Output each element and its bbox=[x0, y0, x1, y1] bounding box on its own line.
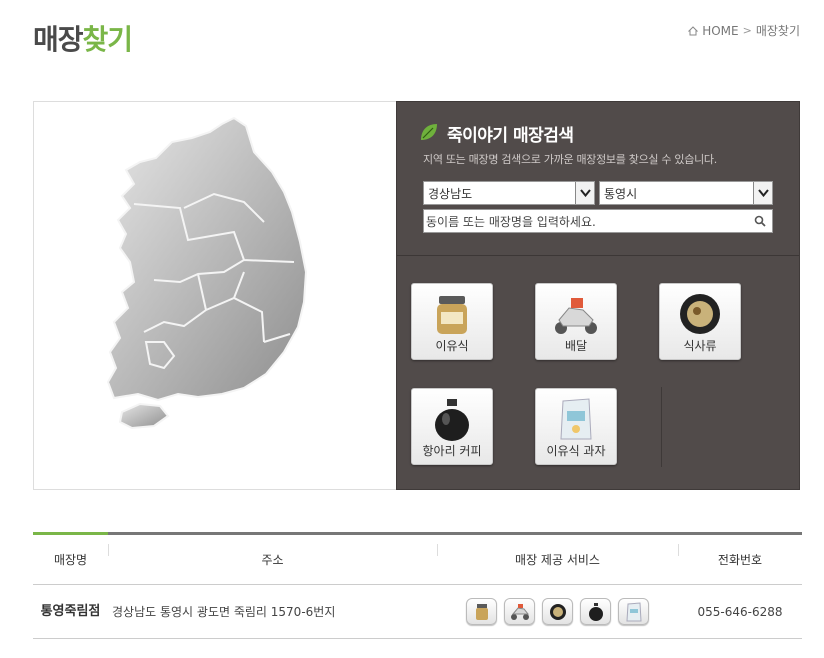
city-select-value: 통영시 bbox=[604, 187, 638, 201]
service-label: 항아리 커피 bbox=[422, 444, 482, 458]
service-label: 이유식 과자 bbox=[546, 444, 606, 458]
column-header-phone: 전화번호 bbox=[678, 544, 802, 568]
province-select[interactable]: 경상남도 bbox=[423, 181, 595, 205]
chevron-down-icon[interactable] bbox=[575, 182, 594, 204]
service-label: 식사류 bbox=[683, 339, 717, 353]
coffee-jar-icon bbox=[580, 598, 611, 625]
baby-food-jar-icon bbox=[466, 598, 497, 625]
search-title: 죽이야기 매장검색 bbox=[447, 126, 574, 146]
service-meal-button[interactable]: 식사류 bbox=[659, 283, 741, 360]
home-icon bbox=[688, 25, 699, 36]
coffee-jar-icon bbox=[435, 399, 469, 441]
province-select-value: 경상남도 bbox=[428, 187, 473, 201]
column-header-name: 매장명 bbox=[53, 553, 88, 567]
column-header-services: 매장 제공 서비스 bbox=[437, 544, 678, 568]
breadcrumb: HOME > 매장찾기 bbox=[688, 22, 800, 39]
service-filter-grid: 이유식 배달 식사류 항아리 커피 이유식 과자 bbox=[397, 257, 799, 489]
page-title-part1: 매장 bbox=[33, 23, 84, 56]
service-label: 이유식 bbox=[435, 339, 469, 353]
page-title-part2: 찾기 bbox=[82, 23, 134, 56]
service-label: 배달 bbox=[564, 339, 588, 353]
chevron-down-icon[interactable] bbox=[753, 182, 772, 204]
store-phone: 055-646-6288 bbox=[697, 604, 783, 619]
table-top-border bbox=[33, 532, 802, 535]
search-icon[interactable] bbox=[754, 215, 766, 227]
divider bbox=[661, 387, 662, 467]
chevron-right-icon: > bbox=[742, 24, 752, 37]
store-search-placeholder: 동이름 또는 매장명을 입력하세요. bbox=[426, 215, 596, 229]
column-header-address: 주소 bbox=[108, 544, 437, 568]
korea-region-map-image[interactable] bbox=[94, 112, 344, 432]
service-baby-food-button[interactable]: 이유식 bbox=[411, 283, 493, 360]
search-description: 지역 또는 매장명 검색으로 가까운 매장정보를 찾으실 수 있습니다. bbox=[423, 153, 717, 166]
baby-snack-bag-icon bbox=[560, 398, 592, 440]
city-select[interactable]: 통영시 bbox=[599, 181, 773, 205]
store-name[interactable]: 통영죽림점 bbox=[33, 603, 108, 621]
korea-map bbox=[33, 101, 397, 490]
service-baby-snack-button[interactable]: 이유식 과자 bbox=[535, 388, 617, 465]
store-search-input[interactable]: 동이름 또는 매장명을 입력하세요. bbox=[423, 209, 773, 233]
meal-bowl-icon bbox=[542, 598, 573, 625]
baby-food-jar-icon bbox=[437, 296, 467, 334]
breadcrumb-home-link[interactable]: HOME bbox=[702, 24, 738, 38]
meal-bowl-icon bbox=[680, 294, 720, 334]
service-jar-coffee-button[interactable]: 항아리 커피 bbox=[411, 388, 493, 465]
store-service-icons bbox=[437, 598, 678, 625]
store-address: 경상남도 통영시 광도면 죽림리 1570-6번지 bbox=[112, 605, 336, 619]
delivery-scooter-icon bbox=[504, 598, 535, 625]
table-header: 매장명 주소 매장 제공 서비스 전화번호 bbox=[33, 535, 802, 585]
store-list-table: 매장명 주소 매장 제공 서비스 전화번호 통영죽림점 경상남도 통영시 광도면… bbox=[33, 532, 802, 639]
table-row[interactable]: 통영죽림점 경상남도 통영시 광도면 죽림리 1570-6번지 055-646-… bbox=[33, 585, 802, 639]
leaf-icon bbox=[421, 124, 437, 140]
baby-snack-bag-icon bbox=[618, 598, 649, 625]
page-title: 매장찾기 bbox=[33, 18, 134, 58]
store-search-panel: 죽이야기 매장검색 지역 또는 매장명 검색으로 가까운 매장정보를 찾으실 수… bbox=[396, 101, 800, 490]
service-delivery-button[interactable]: 배달 bbox=[535, 283, 617, 360]
delivery-scooter-icon bbox=[555, 298, 597, 334]
breadcrumb-current: 매장찾기 bbox=[755, 24, 800, 38]
